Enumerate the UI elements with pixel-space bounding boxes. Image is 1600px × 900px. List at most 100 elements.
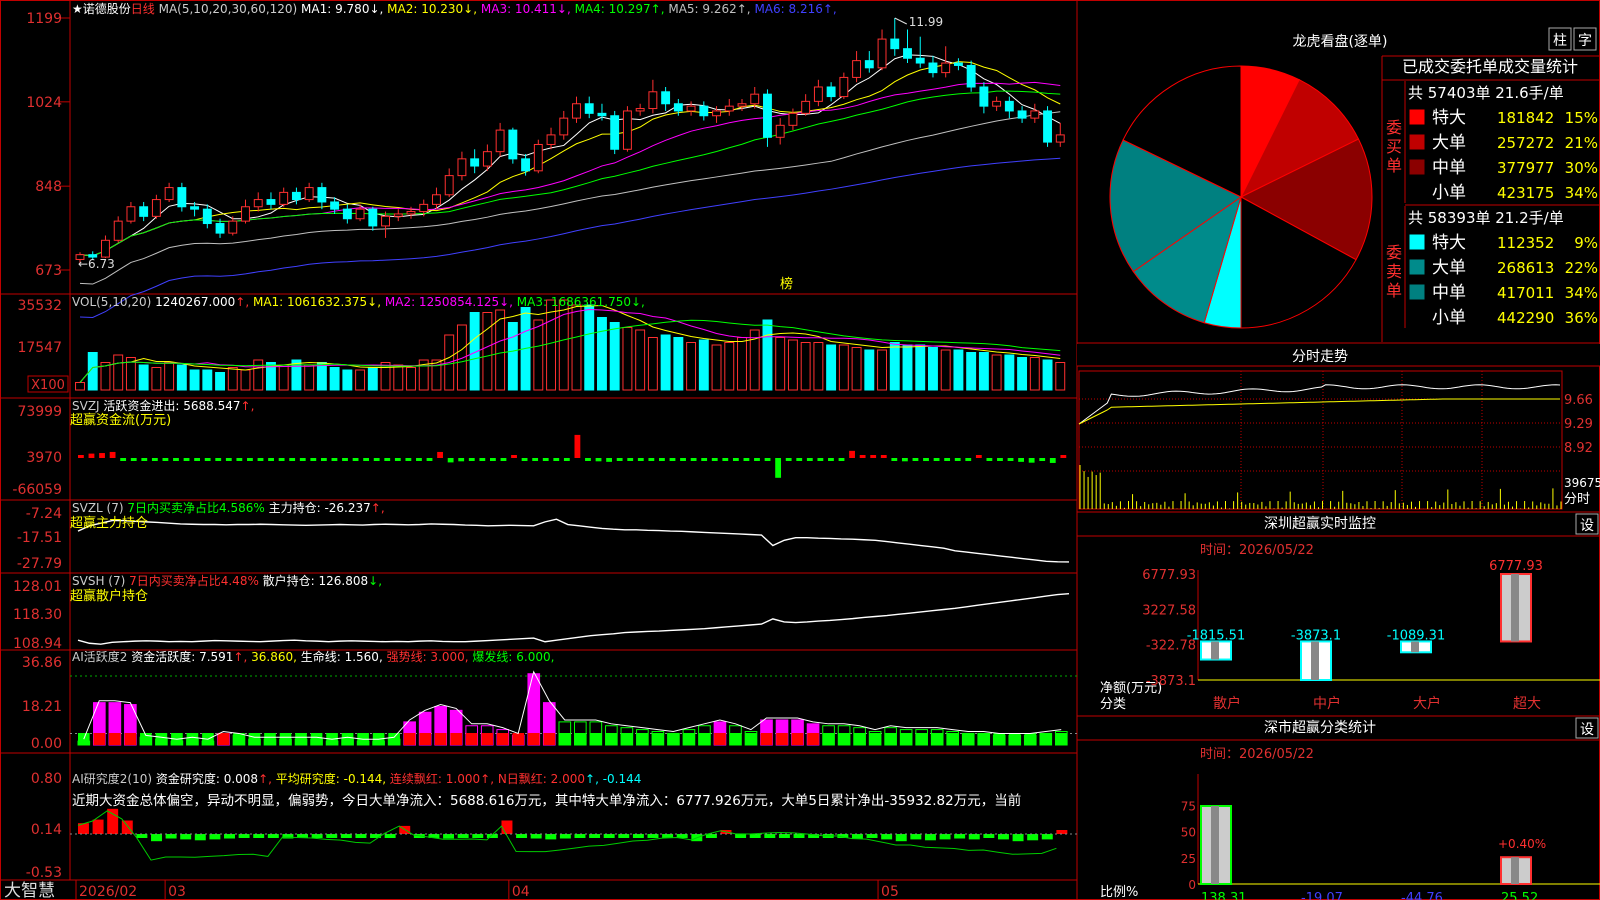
- candle-body: [508, 129, 518, 160]
- sell-swatch: [1409, 309, 1425, 325]
- monitor-ytick-label: 6777.93: [1142, 568, 1196, 583]
- activity-base-bar: [155, 733, 168, 745]
- svzl-line: [77, 518, 1070, 563]
- buy-row-value: 181842: [1497, 109, 1554, 127]
- volume-bar: [215, 372, 225, 391]
- volume-bar: [787, 339, 798, 391]
- svzj-bar: [109, 451, 116, 458]
- candle-body: [444, 175, 454, 196]
- view-button-label: 柱: [1553, 33, 1567, 49]
- svsh-header: SVSH (7) 7日内买卖净占比4.48% 散户持仓: 126.808↓,: [72, 573, 382, 588]
- ai-research-ytick-label: -0.53: [26, 865, 62, 881]
- intraday-price-line: [1078, 384, 1561, 425]
- svzj-bar: [796, 458, 803, 461]
- activity-base-bar: [403, 733, 416, 745]
- candle-body: [419, 203, 429, 213]
- activity-base-bar: [698, 733, 711, 745]
- research-bar: [764, 834, 776, 838]
- svzj-bar: [690, 458, 697, 461]
- candle-body: [190, 206, 200, 210]
- research-bar: [983, 834, 995, 838]
- svzj-bar: [289, 458, 296, 461]
- sell-group-label: 卖: [1386, 262, 1402, 281]
- svzj-bar: [342, 458, 348, 461]
- candle-body: [864, 60, 874, 69]
- svzl-ytick-label: -7.24: [26, 506, 62, 522]
- research-bar: [180, 834, 192, 840]
- activity-base-bar: [667, 733, 680, 745]
- activity-base-bar: [884, 733, 897, 745]
- kline-header: ★诺德股份日线 MA(5,10,20,30,60,120) MA1: 9.780…: [72, 1, 837, 16]
- sell-row-label: 特大: [1432, 233, 1466, 253]
- svzj-bar: [1060, 455, 1067, 458]
- classify-ytick-label: 75: [1181, 799, 1196, 813]
- activity-base-bar: [388, 733, 400, 745]
- classify-time: 时间：2026/05/22: [1200, 747, 1314, 762]
- research-bar: [924, 834, 936, 841]
- ma-line-5: [79, 111, 1061, 285]
- svzj-bar: [785, 458, 792, 461]
- candle-body: [177, 187, 187, 208]
- volume-bar: [711, 344, 722, 391]
- volume-bar: [609, 322, 620, 391]
- candle-body: [1004, 100, 1014, 112]
- volume-bar: [367, 367, 378, 391]
- volume-bar: [902, 344, 913, 391]
- activity-base-bar: [1024, 733, 1037, 745]
- candle-body: [622, 110, 632, 150]
- svzj-ytick-label: 3970: [26, 450, 62, 466]
- svzj-bar: [458, 458, 465, 462]
- classify-value-label: -44.76: [1401, 891, 1443, 900]
- research-bar: [778, 834, 790, 838]
- activity-base-bar: [931, 733, 943, 745]
- svzj-bar: [838, 458, 845, 461]
- volume-bar: [533, 319, 544, 391]
- volume-bar: [176, 364, 187, 391]
- svzj-bar: [183, 458, 190, 461]
- research-bar: [735, 834, 747, 838]
- candle-body: [788, 112, 798, 126]
- research-bar: [705, 834, 717, 838]
- candle-body: [1017, 110, 1027, 119]
- activity-base-bar: [109, 733, 121, 745]
- research-bar: [559, 834, 571, 839]
- svzj-bar: [521, 458, 528, 461]
- activity-base-bar: [264, 733, 276, 745]
- kline-ytick-label: 848: [35, 179, 62, 195]
- vol-ytick-label: 35532: [17, 298, 62, 314]
- volume-bar: [724, 342, 735, 391]
- candle-body: [202, 208, 212, 225]
- candle-body: [113, 220, 123, 241]
- chart-canvas[interactable]: 1199 1024 848 673 11.99 ←6.73 榜 ★诺德股份日线 MA(5,10…: [0, 0, 1600, 900]
- svzj-bar: [151, 458, 158, 461]
- research-bar: [516, 834, 528, 838]
- svzj-bar: [173, 458, 179, 461]
- volume-bar: [151, 367, 162, 391]
- activity-base-bar: [900, 733, 912, 745]
- svzj-bar: [648, 458, 655, 461]
- candle-body: [470, 158, 480, 167]
- volume-bar: [227, 367, 238, 391]
- svzj-bar: [954, 458, 961, 461]
- candle-body: [928, 62, 938, 74]
- candle-body: [164, 187, 174, 201]
- activity-base-bar: [481, 733, 494, 745]
- sell-row-value: 417011: [1497, 284, 1554, 302]
- buy-row-pct: 30%: [1565, 159, 1598, 177]
- monitor-ylabel2: 分类: [1100, 697, 1126, 712]
- svzj-bar: [553, 458, 560, 461]
- svzj-bar: [1049, 458, 1056, 463]
- volume-bar: [647, 337, 658, 391]
- svzj-bar: [405, 458, 412, 461]
- xaxis-label: 04: [512, 884, 530, 900]
- candle-body: [584, 103, 594, 114]
- volume-bar: [164, 362, 175, 391]
- research-bar: [589, 834, 601, 838]
- buy-row-label: 大单: [1432, 133, 1466, 153]
- svzj-bar: [426, 458, 433, 461]
- research-bar: [939, 834, 951, 840]
- research-bar: [92, 819, 104, 834]
- candle-body: [1043, 110, 1052, 143]
- candle-body: [712, 110, 721, 117]
- ma-line-3: [79, 81, 1061, 257]
